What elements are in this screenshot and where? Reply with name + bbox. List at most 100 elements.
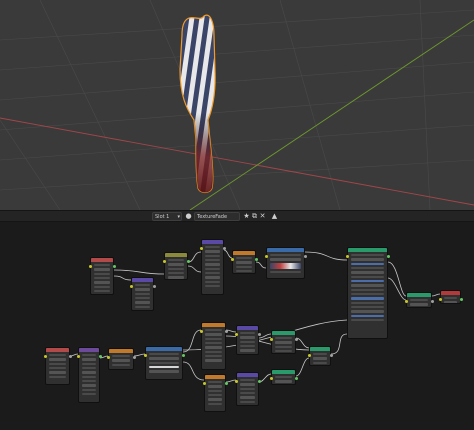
mix-rgb-node-2-input-socket[interactable] <box>269 377 273 380</box>
gradient-node-socket-row[interactable] <box>149 362 179 364</box>
material-output-node-header[interactable] <box>441 291 460 295</box>
mix-rgb-node-2-header[interactable] <box>272 370 295 374</box>
mapping-node-socket-row[interactable] <box>135 297 150 299</box>
vector-math-node-socket-row[interactable] <box>112 355 130 357</box>
image-texture-node[interactable] <box>266 247 305 279</box>
gradient-node-socket-row[interactable] <box>149 357 179 360</box>
add-shader-node-socket-row[interactable] <box>313 353 327 355</box>
gradient-node[interactable] <box>145 346 183 380</box>
map-range-node-1-header[interactable] <box>237 326 258 330</box>
separate-xyz-node[interactable] <box>164 252 188 280</box>
map-range-node-2-socket-row[interactable] <box>240 388 255 390</box>
texture-coordinate-node-socket-row[interactable] <box>94 273 110 275</box>
math-node-1-socket-row[interactable] <box>205 285 220 287</box>
color-ramp-node-header[interactable] <box>233 251 255 255</box>
math-node-2-socket-row[interactable] <box>205 329 222 331</box>
mapping-node-socket-row[interactable] <box>135 284 150 286</box>
color-ramp-node[interactable] <box>232 250 256 274</box>
color-ramp-node-socket-row[interactable] <box>236 261 252 264</box>
texture-coordinate-node-header[interactable] <box>91 258 113 262</box>
principled-bsdf-node-socket-row[interactable] <box>351 254 384 256</box>
object-info-node-output-socket[interactable] <box>68 355 72 358</box>
math-node-1-socket-row[interactable] <box>205 250 220 253</box>
map-range-node-2[interactable] <box>236 372 259 406</box>
mix-rgb-node-2-socket-row[interactable] <box>275 380 292 383</box>
principled-bsdf-node-socket-row[interactable] <box>351 293 384 295</box>
math-node-2-socket-row[interactable] <box>205 346 222 349</box>
pin-icon[interactable]: ▲ <box>270 212 279 221</box>
map-range-node-2-socket-row[interactable] <box>240 401 255 403</box>
math-node-3[interactable] <box>204 374 226 412</box>
map-range-node-2-socket-row[interactable] <box>240 379 255 381</box>
texture-coordinate-node-socket-row[interactable] <box>94 281 110 284</box>
principled-bsdf-node-socket-row[interactable] <box>351 297 384 300</box>
object-info-node-header[interactable] <box>46 348 69 352</box>
image-texture-node-header[interactable] <box>267 248 304 252</box>
math-node-3-socket-row[interactable] <box>208 390 222 392</box>
map-range-node-1-socket-row[interactable] <box>240 345 255 347</box>
vector-math-node-header[interactable] <box>109 349 133 353</box>
mix-shader-node-output-socket[interactable] <box>430 300 434 303</box>
mix-rgb-node-1[interactable] <box>271 330 296 354</box>
map-range-node-2-socket-row[interactable] <box>240 383 255 386</box>
add-shader-node-output-socket[interactable] <box>329 354 333 357</box>
texture-coordinate-node[interactable] <box>90 257 114 295</box>
object-info-node-socket-row[interactable] <box>49 376 66 378</box>
principled-bsdf-node-header[interactable] <box>348 248 387 252</box>
map-range-node-1-socket-row[interactable] <box>240 341 255 343</box>
mapping-node-header[interactable] <box>132 278 153 282</box>
vector-math-node[interactable] <box>108 348 134 370</box>
mix-rgb-node-1-socket-row[interactable] <box>275 350 292 352</box>
gradient-node-output-socket[interactable] <box>181 354 185 357</box>
separate-xyz-node-socket-row[interactable] <box>168 268 184 270</box>
color-ramp-node-socket-row[interactable] <box>236 266 252 268</box>
bottle-object[interactable] <box>179 14 216 194</box>
mapping-node[interactable] <box>131 277 154 311</box>
value-node-socket-row[interactable] <box>82 358 96 361</box>
value-node-socket-row[interactable] <box>82 393 96 395</box>
map-range-node-2-socket-row[interactable] <box>240 392 255 394</box>
vector-math-node-socket-row[interactable] <box>112 359 130 362</box>
principled-bsdf-node-socket-row[interactable] <box>351 263 384 265</box>
gradient-node-header[interactable] <box>146 347 182 351</box>
texture-coordinate-node-socket-row[interactable] <box>94 264 110 266</box>
principled-bsdf-node-socket-row[interactable] <box>351 267 384 269</box>
math-node-3-input-socket[interactable] <box>202 382 206 385</box>
math-node-2-header[interactable] <box>202 323 225 327</box>
texture-coordinate-node-output-socket[interactable] <box>112 265 116 268</box>
material-name-field[interactable]: TextureFade <box>194 212 240 221</box>
math-node-2-socket-row[interactable] <box>205 333 222 336</box>
map-range-node-2-output-socket[interactable] <box>257 380 261 383</box>
math-node-3-socket-row[interactable] <box>208 394 222 396</box>
viewport-canvas[interactable] <box>0 0 474 210</box>
material-output-node-socket-row[interactable] <box>444 301 457 303</box>
math-node-1-socket-row[interactable] <box>205 259 220 261</box>
delete-icon[interactable]: ✕ <box>258 212 267 221</box>
mapping-node-input-socket[interactable] <box>129 285 133 288</box>
mix-rgb-node-2-socket-row[interactable] <box>275 376 292 378</box>
vector-math-node-input-socket[interactable] <box>106 356 110 359</box>
math-node-1-socket-row[interactable] <box>205 246 220 248</box>
principled-bsdf-node[interactable] <box>347 247 388 339</box>
vector-math-node-output-socket[interactable] <box>132 356 136 359</box>
principled-bsdf-node-socket-row[interactable] <box>351 280 384 282</box>
color-ramp-node-socket-row[interactable] <box>236 257 252 259</box>
math-node-1-socket-row[interactable] <box>205 272 220 274</box>
principled-bsdf-node-output-socket[interactable] <box>386 255 390 258</box>
principled-bsdf-node-socket-row[interactable] <box>351 315 384 317</box>
math-node-3-socket-row[interactable] <box>208 398 222 401</box>
value-node-header[interactable] <box>79 348 99 352</box>
add-shader-node-socket-row[interactable] <box>313 357 327 360</box>
math-node-3-output-socket[interactable] <box>224 382 228 385</box>
math-node-3-socket-row[interactable] <box>208 381 222 383</box>
3d-viewport[interactable] <box>0 0 474 210</box>
math-node-2[interactable] <box>201 322 226 370</box>
image-texture-node-input-socket[interactable] <box>264 255 268 258</box>
mapping-node-socket-row[interactable] <box>135 288 150 291</box>
add-shader-node-socket-row[interactable] <box>313 362 327 364</box>
math-node-1-output-socket[interactable] <box>222 247 226 250</box>
mix-rgb-node-1-socket-row[interactable] <box>275 337 292 339</box>
separate-xyz-node-socket-row[interactable] <box>168 259 184 261</box>
math-node-3-socket-row[interactable] <box>208 403 222 405</box>
mix-rgb-node-1-socket-row[interactable] <box>275 341 292 344</box>
